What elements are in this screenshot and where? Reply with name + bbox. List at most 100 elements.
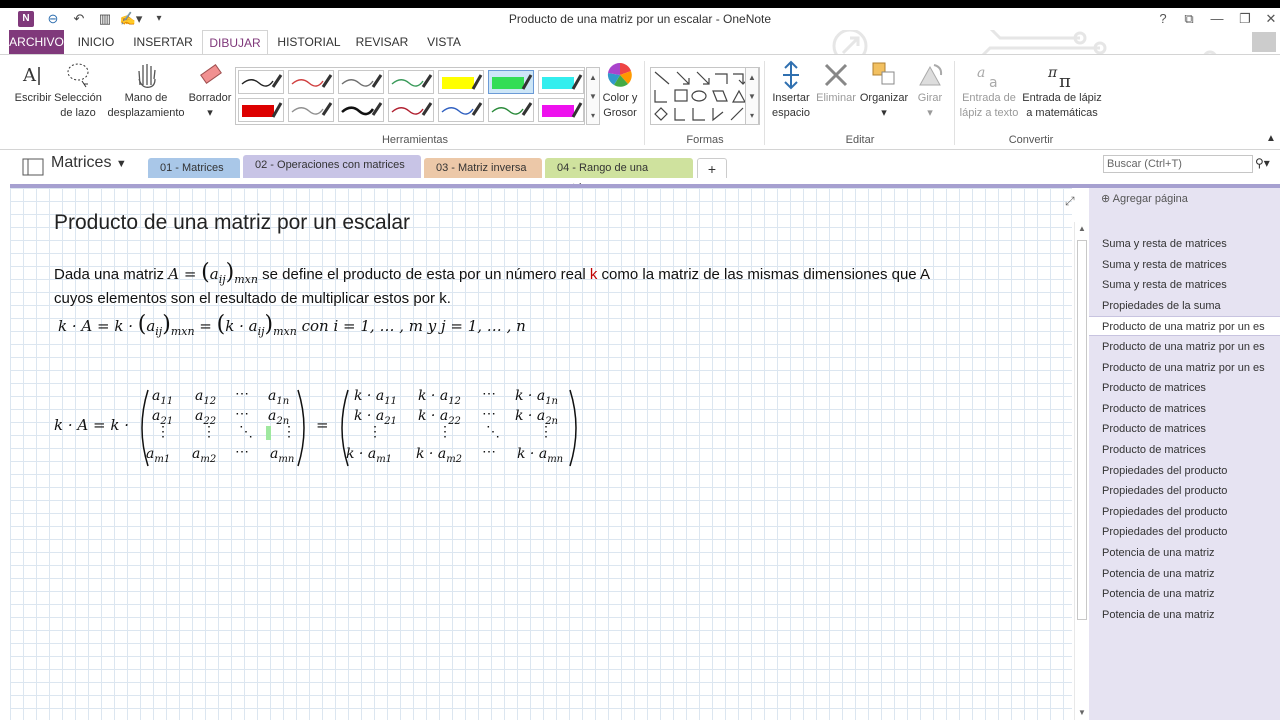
collapse-ribbon-icon[interactable]: ▲ [1264,131,1278,146]
page-list-item[interactable]: Potencia de una matriz [1102,584,1280,604]
page-list-item[interactable]: Producto de matrices [1102,378,1280,398]
shapes-icon [654,71,748,122]
chevron-down-icon: ▼ [115,158,127,170]
page-list-item[interactable]: Potencia de una matriz [1102,564,1280,584]
page-list-item[interactable]: Propiedades del producto [1102,522,1280,542]
tab-dibujar[interactable]: DIBUJAR [202,30,268,55]
pen-swatch[interactable] [538,98,584,122]
lasso-select-button[interactable]: Selección de lazo [52,59,104,121]
add-page-button[interactable]: ⊕ Agregar página [1101,192,1188,205]
pen-gallery-scroll[interactable]: ▲ ▼ ▾ [586,67,600,125]
page-list-item[interactable]: Suma y resta de matrices [1102,255,1280,275]
page-list-item[interactable]: Potencia de una matriz [1102,543,1280,563]
pen-swatch[interactable] [438,70,484,94]
minimize-button[interactable]: — [1208,10,1226,28]
scrollbar-thumb[interactable] [1077,240,1087,620]
page-list-item[interactable]: Producto de matrices [1102,419,1280,439]
page-list-item[interactable]: Propiedades del producto [1102,502,1280,522]
svg-text:π: π [1059,71,1071,91]
type-text-icon: A [22,65,40,86]
right-paren-1 [297,389,305,467]
tab-vista[interactable]: VISTA [420,30,468,54]
scalar-product-equation[interactable]: k · A = k · (aij)mxn = (k · aij)mxn con … [58,312,526,338]
add-section-button[interactable]: + [697,158,727,178]
section-tab-operaciones[interactable]: 02 - Operaciones con matrices [243,155,421,178]
ink-to-math-button[interactable]: ππ Entrada de lápiz a matemáticas [1020,59,1104,121]
pen-swatch[interactable] [388,70,434,94]
pen-swatch[interactable] [288,70,334,94]
pen-swatch[interactable] [538,70,584,94]
tab-revisar[interactable]: REVISAR [352,30,412,54]
page-list-item[interactable]: Producto de una matriz por un es [1102,358,1280,378]
eraser-button[interactable]: Borrador ▾ [186,59,234,121]
title-bar: N ⊖ ↶ ▥ ✍▾ ▾ Producto de una matriz por … [0,8,1280,30]
tab-archivo[interactable]: ARCHIVO [9,30,64,54]
search-input[interactable]: Buscar (Ctrl+T) [1103,155,1253,173]
svg-text:a: a [989,75,998,91]
matrix-expansion-equation[interactable]: k · A = k · a11 a12 ⋯ a1n a21 a22 ⋯ a2n … [54,386,594,468]
close-button[interactable]: ✕ [1262,10,1280,28]
page-list-panel: ⊕ Agregar página Suma y resta de matrice… [1089,188,1280,720]
delete-button[interactable]: Eliminar [814,59,858,106]
pen-swatch[interactable] [238,70,284,94]
panning-hand-button[interactable]: Mano de desplazamiento [104,59,188,121]
intro-paragraph-line2[interactable]: cuyos elementos son el resultado de mult… [54,290,451,307]
page-list-item[interactable]: Propiedades de la suma [1102,296,1280,316]
insert-space-button[interactable]: Insertar espacio [768,59,814,121]
pen-swatch[interactable] [238,98,284,122]
page-title[interactable]: Producto de una matriz por un escalar [54,211,410,235]
page-list-item[interactable]: Producto de una matriz por un es [1089,316,1280,337]
notebook-name: Matrices [51,154,112,171]
section-tab-matrices[interactable]: 01 - Matrices [148,158,240,178]
pen-swatch[interactable] [488,98,534,122]
pen-swatch[interactable] [388,98,434,122]
ribbon-separator [764,61,765,145]
search-icon[interactable]: ⚲▾ [1255,156,1270,170]
right-paren-2 [569,389,577,467]
ink-to-math-icon: ππ [1047,65,1071,91]
scroll-down-icon[interactable]: ▼ [1077,708,1087,717]
group-label-editar: Editar [845,134,875,146]
page-list-item[interactable]: Producto de una matriz por un es [1102,337,1280,357]
maximize-button[interactable]: ❐ [1236,10,1254,28]
shapes-gallery[interactable] [650,67,760,125]
svg-text:A: A [22,65,37,86]
page-list-item[interactable]: Producto de matrices [1102,399,1280,419]
ink-to-text-button[interactable]: aa Entrada de lápiz a texto [958,59,1020,121]
page-list-item[interactable]: Suma y resta de matrices [1102,234,1280,254]
rotate-button[interactable]: Girar ▾ [910,59,950,121]
matrix-lhs: k · A = k · [54,416,129,434]
tab-inicio[interactable]: INICIO [72,30,120,54]
scroll-up-icon[interactable]: ▲ [1077,224,1087,233]
help-button[interactable]: ? [1154,10,1172,28]
notebook-selector[interactable]: Matrices ▼ [51,154,127,172]
section-tab-rango[interactable]: 04 - Rango de una matriz [545,158,693,194]
expand-page-icon[interactable]: ⤢ [1065,194,1075,209]
group-label-formas: Formas [686,134,724,146]
notebook-bar: Matrices ▼ 01 - Matrices 02 - Operacione… [0,150,1280,194]
tab-insertar[interactable]: INSERTAR [128,30,198,54]
user-avatar-icon[interactable] [1252,32,1276,52]
shapes-gallery-scroll[interactable]: ▲ ▼ ▾ [745,67,759,125]
color-thickness-button[interactable]: Color y Grosor [600,59,640,121]
page-scrollbar[interactable]: ▲ ▼ [1074,222,1088,720]
pen-swatch[interactable] [338,98,384,122]
page-list-item[interactable]: Suma y resta de matrices [1102,275,1280,295]
page-list-item[interactable]: Propiedades del producto [1102,481,1280,501]
page-list-item[interactable]: Potencia de una matriz [1102,605,1280,625]
pen-swatch[interactable] [338,70,384,94]
ribbon-options-button[interactable]: ⧉ [1180,10,1198,28]
pen-swatch[interactable] [438,98,484,122]
arrange-button[interactable]: Organizar ▾ [858,59,910,121]
page-list-item[interactable]: Propiedades del producto [1102,461,1280,481]
escribir-button[interactable]: A Escribir [12,59,54,106]
page-list-item[interactable]: Producto de matrices [1102,440,1280,460]
pen-swatch[interactable] [288,98,334,122]
ink-to-text-icon: aa [977,65,998,91]
section-tab-inversa[interactable]: 03 - Matriz inversa [424,158,542,178]
tab-historial[interactable]: HISTORIAL [276,30,342,54]
pen-swatch[interactable] [488,70,534,94]
lasso-icon [67,63,89,88]
intro-paragraph[interactable]: Dada una matriz A = (aij)mxn se define e… [54,260,930,286]
hand-icon [138,64,156,88]
